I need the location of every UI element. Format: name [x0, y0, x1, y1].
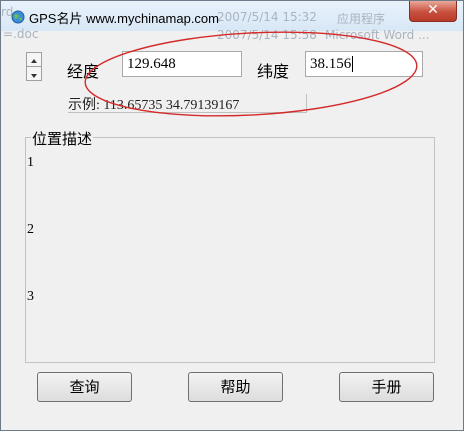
background-type-2: Microsoft Word ... — [325, 28, 430, 42]
background-file-fragment-2: =.doc — [3, 27, 39, 41]
manual-button[interactable]: 手册 — [339, 372, 434, 402]
latitude-label: 纬度 — [257, 62, 290, 81]
longitude-input[interactable]: 129.648 — [122, 51, 242, 77]
location-description-group — [25, 137, 435, 363]
close-icon: ✕ — [427, 2, 439, 18]
description-line-1: 1 — [27, 155, 34, 170]
spin-up-button[interactable] — [26, 52, 42, 67]
spin-down-button[interactable] — [26, 66, 42, 81]
close-button[interactable]: ✕ — [409, 1, 457, 22]
app-globe-icon — [11, 10, 25, 24]
gps-card-window: rd =.doc 2007/5/14 15:32 应用程序 GPS名片 www.… — [0, 0, 464, 431]
longitude-label: 经度 — [67, 62, 100, 81]
example-hint: 示例: 113.65735 34.79139167 — [68, 94, 307, 113]
background-type-1: 应用程序 — [337, 12, 386, 26]
description-line-2: 2 — [27, 222, 34, 237]
background-date-2: 2007/5/14 15:58 — [217, 28, 317, 42]
window-title: GPS名片 www.mychinamap.com — [29, 11, 219, 26]
title-bar[interactable]: rd =.doc 2007/5/14 15:32 应用程序 GPS名片 www.… — [1, 1, 463, 41]
location-description-title: 位置描述 — [31, 128, 94, 149]
query-button[interactable]: 查询 — [37, 372, 132, 402]
description-line-3: 3 — [27, 289, 34, 304]
text-caret — [352, 56, 354, 72]
latitude-input[interactable]: 38.156 — [305, 51, 423, 77]
help-button[interactable]: 帮助 — [188, 372, 283, 402]
background-date-1: 2007/5/14 15:32 — [217, 10, 317, 24]
latitude-value: 38.156 — [310, 56, 352, 72]
arrow-down-icon — [31, 74, 37, 78]
